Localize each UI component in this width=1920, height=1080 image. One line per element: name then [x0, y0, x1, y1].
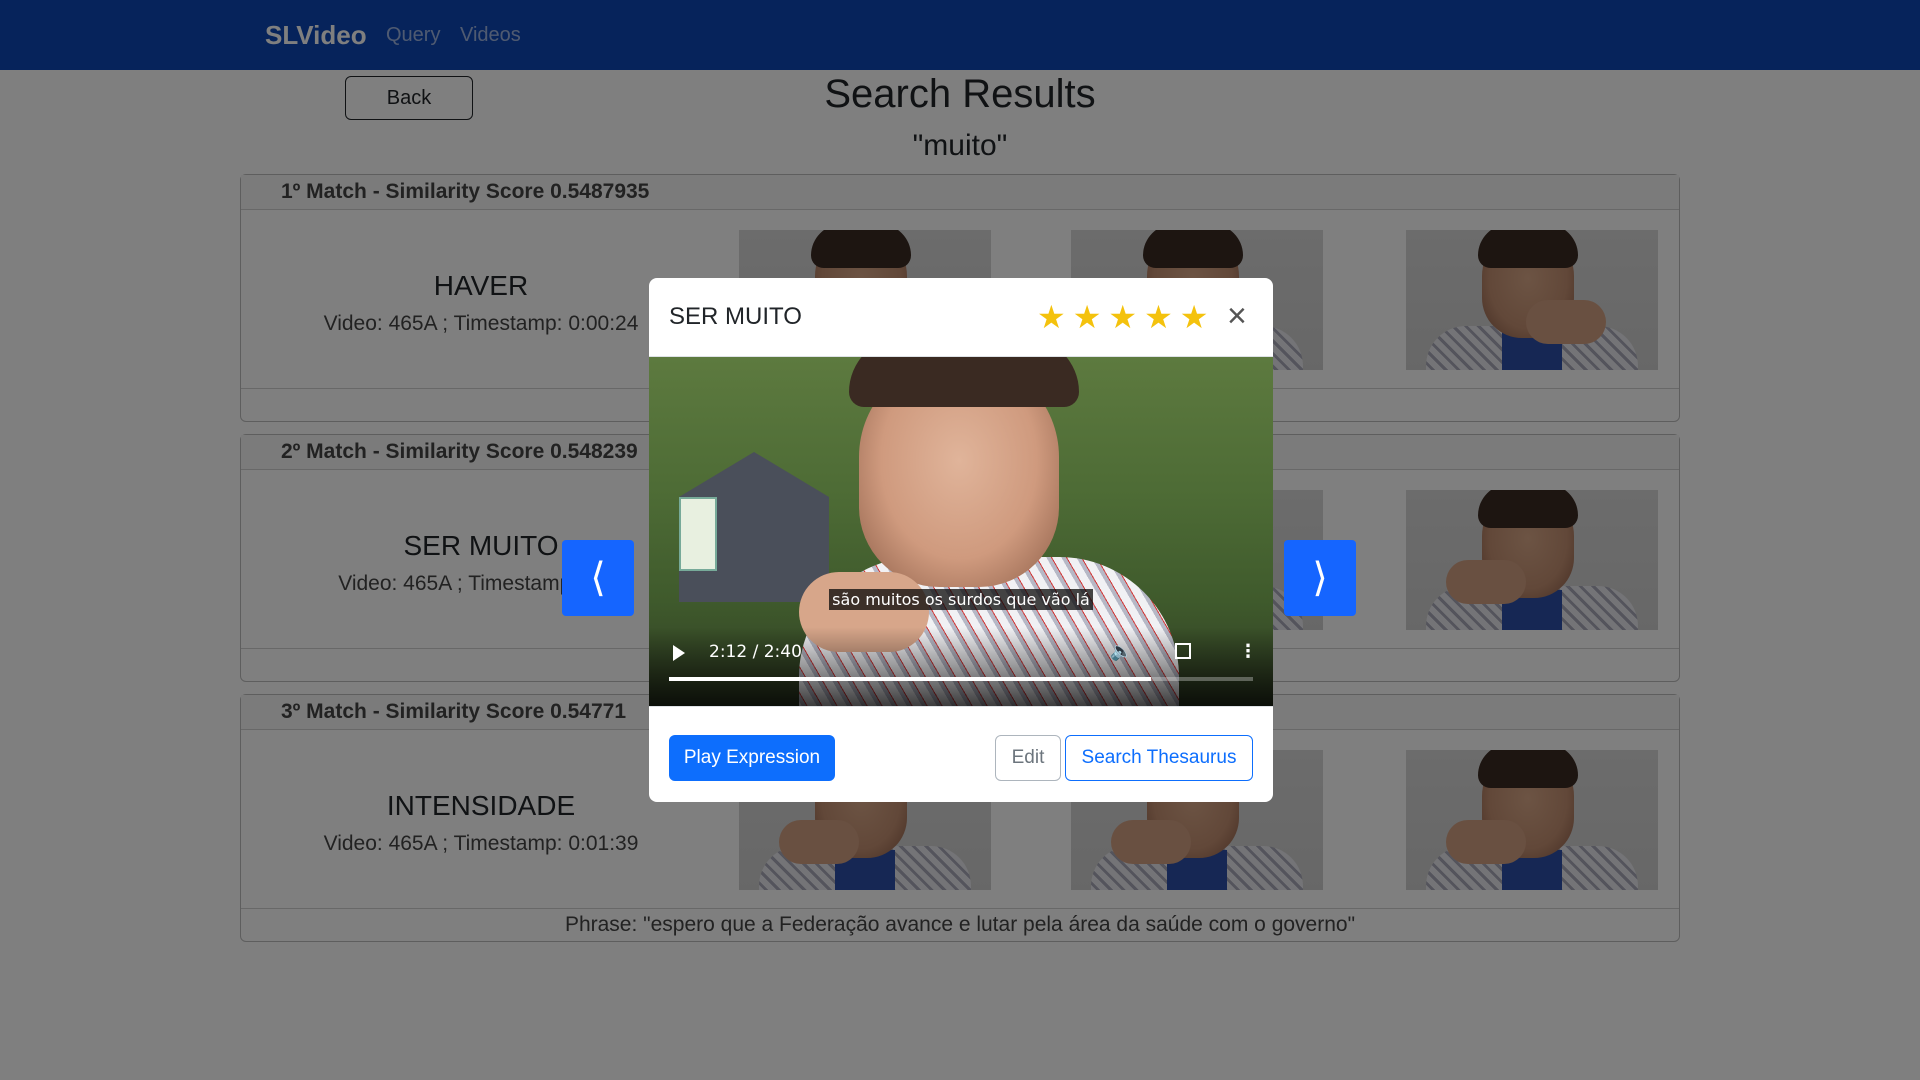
video-subtitle: são muitos os surdos que vão lá: [649, 589, 1273, 610]
chevron-right-icon: ⟩: [1312, 556, 1328, 600]
play-icon[interactable]: [673, 645, 685, 661]
star-rating[interactable]: ★ ★ ★ ★ ★: [1037, 299, 1208, 335]
modal-title: SER MUITO: [669, 303, 802, 330]
video-player[interactable]: são muitos os surdos que vão lá 2:12 / 2…: [649, 357, 1273, 706]
play-expression-button[interactable]: Play Expression: [669, 735, 835, 781]
expression-modal: SER MUITO ★ ★ ★ ★ ★ × são muitos os surd…: [649, 278, 1273, 802]
chevron-left-icon: ⟨: [590, 556, 606, 600]
star-icon[interactable]: ★: [1144, 299, 1173, 335]
search-thesaurus-button[interactable]: Search Thesaurus: [1065, 735, 1253, 781]
video-progress-fill: [669, 677, 1151, 681]
star-icon[interactable]: ★: [1108, 299, 1137, 335]
video-progress-bar[interactable]: [669, 677, 1253, 681]
star-icon[interactable]: ★: [1180, 299, 1209, 335]
more-options-icon[interactable]: ⋮: [1239, 641, 1257, 662]
modal-footer: Play Expression Edit Search Thesaurus: [649, 706, 1273, 802]
modal-header: SER MUITO ★ ★ ★ ★ ★ ×: [649, 278, 1273, 357]
fullscreen-icon[interactable]: [1175, 643, 1191, 659]
volume-icon[interactable]: 🔈: [1110, 641, 1132, 662]
video-time: 2:12 / 2:40: [709, 642, 802, 662]
carousel-next-button[interactable]: ⟩: [1284, 540, 1356, 616]
star-icon[interactable]: ★: [1073, 299, 1102, 335]
close-icon[interactable]: ×: [1227, 296, 1247, 336]
edit-button[interactable]: Edit: [995, 735, 1061, 781]
carousel-prev-button[interactable]: ⟨: [562, 540, 634, 616]
star-icon[interactable]: ★: [1037, 299, 1066, 335]
